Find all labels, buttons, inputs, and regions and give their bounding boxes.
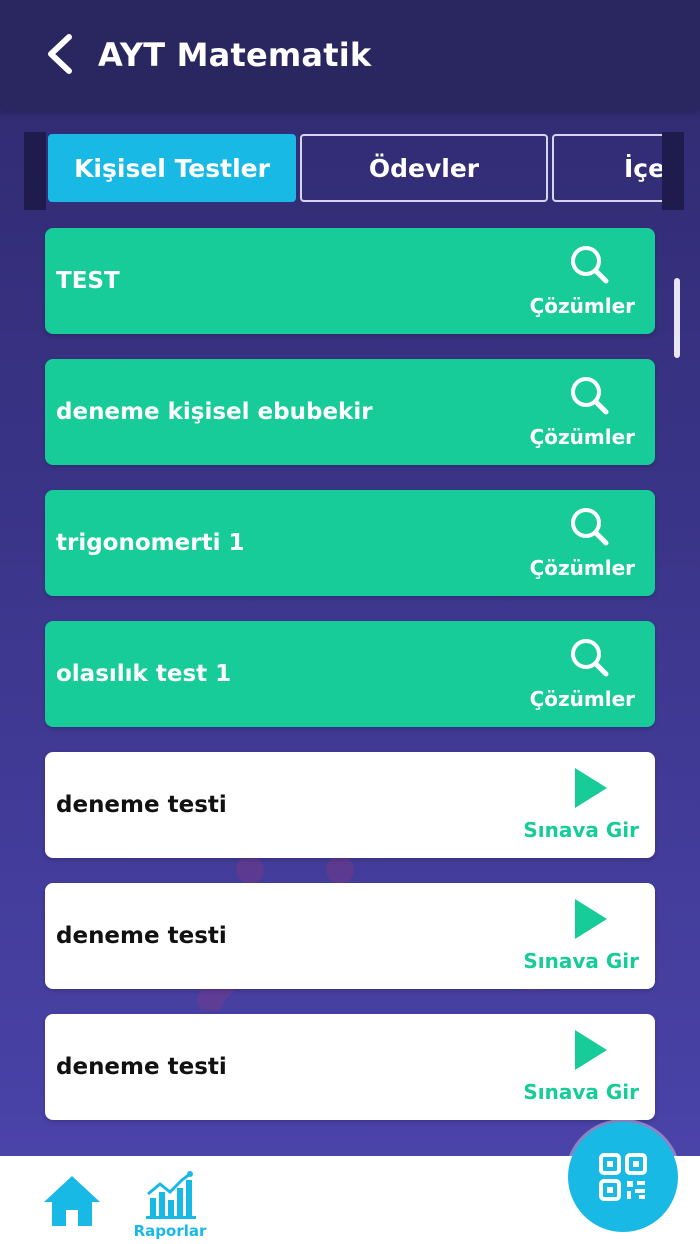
search-icon: [571, 377, 609, 415]
search-icon: [571, 246, 609, 284]
tab-content[interactable]: İçe: [552, 134, 680, 202]
test-card[interactable]: deneme testi Sınava Gir: [45, 883, 655, 989]
start-exam-button[interactable]: Sınava Gir: [519, 897, 639, 979]
test-card[interactable]: deneme kişisel ebubekir Çözümler: [45, 359, 655, 465]
start-exam-label: Sınava Gir: [523, 1080, 639, 1104]
test-card[interactable]: deneme testi Sınava Gir: [45, 1014, 655, 1120]
start-exam-button[interactable]: Sınava Gir: [519, 766, 639, 848]
solutions-label: Çözümler: [529, 687, 635, 711]
test-list: TEST Çözümler deneme kişisel ebubekir Çö…: [45, 228, 655, 1145]
qr-code-icon: [599, 1153, 647, 1201]
tab-scroll-left[interactable]: [24, 132, 46, 210]
back-button[interactable]: [38, 32, 82, 76]
test-name: trigonomerti 1: [56, 530, 245, 556]
play-icon: [575, 899, 607, 939]
solutions-button[interactable]: Çözümler: [519, 373, 639, 455]
tab-strip: Kişisel Testler Ödevler İçe: [48, 134, 680, 206]
play-icon: [575, 1030, 607, 1070]
test-name: deneme kişisel ebubekir: [56, 399, 373, 425]
test-name: TEST: [56, 268, 120, 294]
reports-label: Raporlar: [133, 1222, 207, 1240]
scrollbar-thumb[interactable]: [674, 278, 680, 358]
solutions-button[interactable]: Çözümler: [519, 635, 639, 717]
start-exam-label: Sınava Gir: [523, 818, 639, 842]
page-title: AYT Matematik: [98, 36, 372, 74]
test-name: olasılık test 1: [56, 661, 232, 687]
home-icon: [44, 1176, 100, 1226]
test-card[interactable]: olasılık test 1 Çözümler: [45, 621, 655, 727]
tab-scroll-right[interactable]: [662, 132, 684, 210]
search-icon: [571, 639, 609, 677]
solutions-label: Çözümler: [529, 294, 635, 318]
start-exam-label: Sınava Gir: [523, 949, 639, 973]
test-card[interactable]: deneme testi Sınava Gir: [45, 752, 655, 858]
qr-scan-button[interactable]: [568, 1122, 678, 1232]
solutions-label: Çözümler: [529, 556, 635, 580]
test-name: deneme testi: [56, 923, 227, 949]
solutions-button[interactable]: Çözümler: [519, 504, 639, 586]
test-name: deneme testi: [56, 1054, 227, 1080]
scrollbar[interactable]: [674, 278, 680, 1118]
tab-homework[interactable]: Ödevler: [300, 134, 548, 202]
reports-button[interactable]: Raporlar: [128, 1170, 212, 1240]
test-card[interactable]: TEST Çözümler: [45, 228, 655, 334]
solutions-button[interactable]: Çözümler: [519, 242, 639, 324]
test-card[interactable]: trigonomerti 1 Çözümler: [45, 490, 655, 596]
start-exam-button[interactable]: Sınava Gir: [519, 1028, 639, 1110]
chevron-left-icon: [48, 34, 72, 74]
tab-personal-tests[interactable]: Kişisel Testler: [48, 134, 296, 202]
search-icon: [571, 508, 609, 546]
app-header: AYT Matematik: [0, 0, 700, 110]
tab-bar: Kişisel Testler Ödevler İçe: [24, 130, 684, 214]
bar-chart-icon: [146, 1171, 196, 1219]
home-button[interactable]: [42, 1174, 102, 1228]
solutions-label: Çözümler: [529, 425, 635, 449]
play-icon: [575, 768, 607, 808]
test-name: deneme testi: [56, 792, 227, 818]
